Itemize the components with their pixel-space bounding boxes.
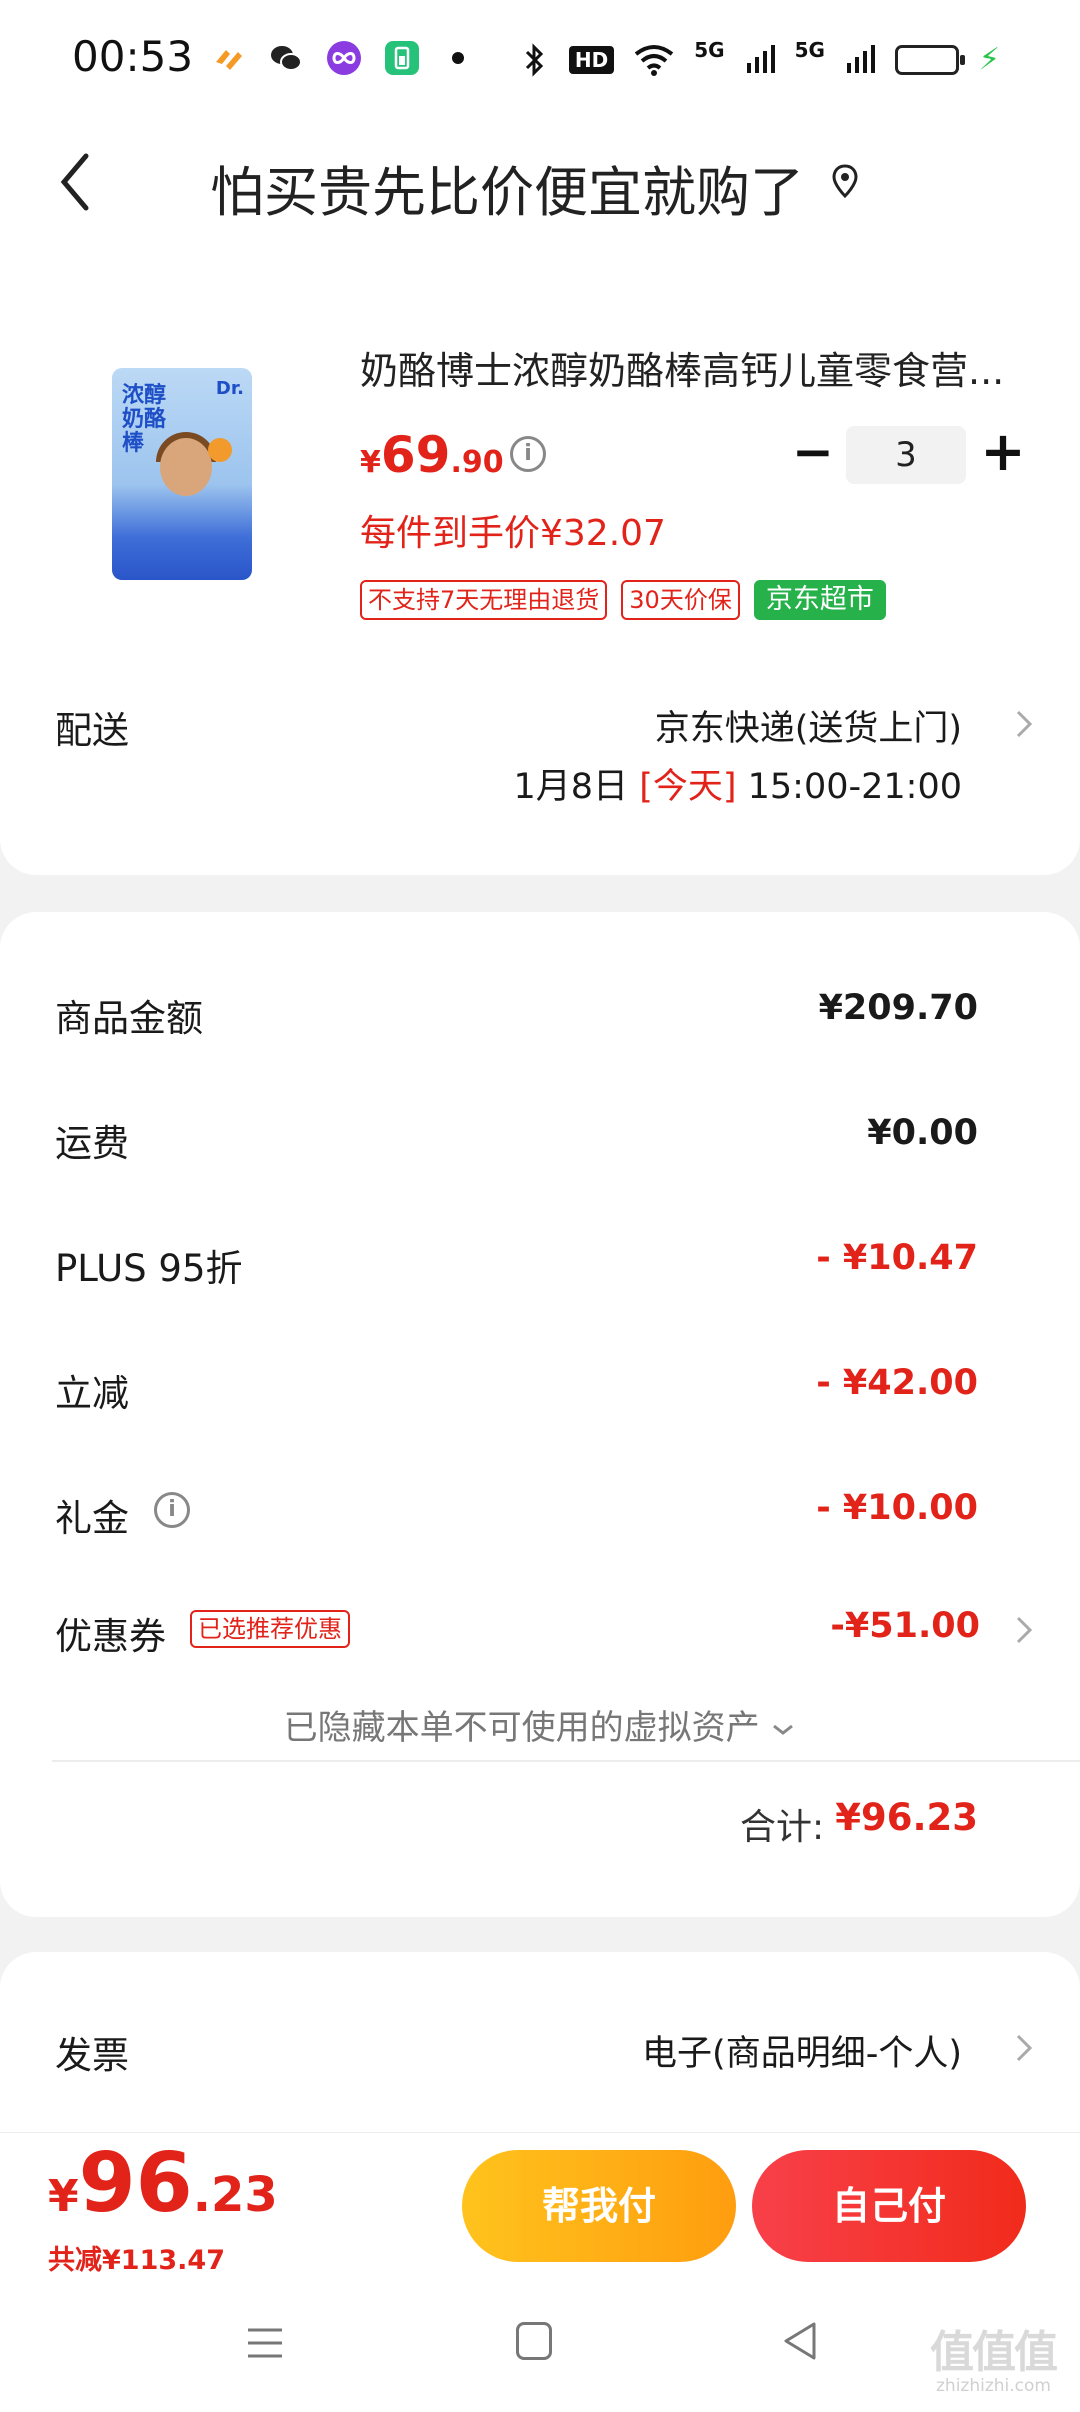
system-back-icon[interactable]: [780, 2320, 820, 2362]
price-info-icon[interactable]: i: [510, 436, 546, 472]
delivery-today: [今天]: [639, 767, 737, 807]
total-saved: 共减¥113.47: [48, 2245, 225, 2276]
decrease-quantity-button[interactable]: −: [792, 422, 834, 486]
instant-discount-value: - ¥42.00: [816, 1363, 978, 1403]
wifi-icon: [635, 44, 674, 76]
invoice-chevron-icon[interactable]: [1012, 2030, 1036, 2066]
signal-icon-1: 5G: [694, 37, 725, 62]
page-title: 怕买贵先比价便宜就购了: [210, 161, 804, 224]
pay-myself-button[interactable]: 自己付: [752, 2150, 1026, 2262]
plus-discount-value: - ¥10.47: [816, 1238, 978, 1278]
charging-icon: ⚡: [978, 42, 1000, 77]
pay-currency: ¥: [48, 2171, 79, 2222]
price-decimal: .90: [450, 445, 504, 480]
recent-apps-icon[interactable]: [246, 2326, 284, 2360]
instant-discount-label: 立减: [55, 1372, 129, 1415]
delivery-time: 1月8日 [今天] 15:00-21:00: [514, 758, 963, 809]
watermark-url: zhizhizhi.com: [936, 2376, 1051, 2396]
product-price: ¥69.90: [360, 426, 504, 484]
coupon-recommended-tag: 已选推荐优惠: [190, 1610, 350, 1648]
product-image-logo: Dr.: [215, 378, 244, 399]
increase-quantity-button[interactable]: +: [978, 422, 1028, 486]
watermark-logo: 值值值: [930, 2327, 1058, 2378]
delivery-chevron-icon[interactable]: [1012, 706, 1036, 742]
shipping-value: ¥0.00: [867, 1113, 978, 1153]
delivery-window: 15:00-21:00: [747, 767, 962, 807]
unit-price: 每件到手价¥32.07: [360, 513, 666, 554]
page-header: 怕买贵先比价便宜就购了: [0, 120, 1080, 250]
invoice-value[interactable]: 电子(商品明细-个人): [642, 2025, 962, 2076]
quantity-value[interactable]: 3: [846, 426, 966, 484]
price-summary-card: [0, 912, 1080, 1917]
coupon-chevron-icon[interactable]: [1012, 1612, 1036, 1648]
system-status-icons: HD 5G 5G ⚡: [521, 38, 1000, 77]
app-loop-icon: [327, 41, 361, 75]
bluetooth-icon: [525, 42, 544, 77]
chevron-down-icon: [773, 1724, 794, 1735]
system-navigation-bar: [0, 2290, 1080, 2412]
battery-icon: [894, 44, 965, 75]
product-image-character: [160, 438, 212, 496]
product-card: 浓醇奶酪棒 Dr. 奶酪博士浓醇奶酪棒高钙儿童零食营... ¥69.90 i −…: [0, 250, 1080, 875]
plus-discount-label: PLUS 95折: [55, 1247, 243, 1290]
pay-decimal: .23: [192, 2167, 278, 2223]
status-time: 00:53: [72, 32, 194, 81]
product-tags: 不支持7天无理由退货 30天价保 京东超市: [360, 580, 886, 620]
price-currency: ¥: [360, 445, 381, 480]
price-integer: 69: [380, 426, 451, 484]
goods-amount-label: 商品金额: [55, 997, 203, 1040]
battery-saver-app-icon: [385, 41, 419, 75]
gift-money-label: 礼金: [55, 1497, 129, 1540]
signal-bars-icon-2: [846, 44, 875, 73]
delivery-method[interactable]: 京东快递(送货上门): [655, 700, 962, 751]
gift-money-value: - ¥10.00: [816, 1488, 978, 1528]
invoice-label: 发票: [55, 2034, 129, 2077]
pay-integer: 96: [78, 2136, 193, 2231]
back-arrow-icon[interactable]: [52, 142, 112, 222]
help-me-pay-button[interactable]: 帮我付: [462, 2150, 736, 2262]
quantity-stepper: − 3 +: [780, 422, 1030, 486]
signal-bars-icon-1: [746, 44, 775, 73]
gift-money-info-icon[interactable]: i: [154, 1492, 190, 1528]
more-notifications-dot: [452, 52, 464, 64]
shipping-label: 运费: [55, 1122, 129, 1165]
app-notification-icon: [216, 50, 242, 70]
wechat-icon: [271, 46, 302, 71]
hidden-assets-toggle[interactable]: 已隐藏本单不可使用的虚拟资产: [0, 1700, 1080, 1749]
total-label: 合计:: [740, 1807, 825, 1848]
delivery-label: 配送: [55, 709, 129, 752]
product-image[interactable]: 浓醇奶酪棒 Dr.: [112, 368, 252, 580]
hidden-assets-text: 已隐藏本单不可使用的虚拟资产: [283, 1708, 760, 1748]
total-value: ¥96.23: [835, 1796, 978, 1839]
hd-icon: HD: [568, 45, 615, 74]
signal-icon-2: 5G: [794, 37, 825, 62]
price-protection-tag: 30天价保: [621, 580, 740, 620]
goods-amount-value: ¥209.70: [818, 988, 978, 1028]
notification-icons: [210, 40, 464, 76]
location-pin-icon[interactable]: [830, 162, 860, 202]
no-return-tag: 不支持7天无理由退货: [360, 580, 608, 620]
pay-total: ¥96.23: [48, 2136, 278, 2231]
product-name[interactable]: 奶酪博士浓醇奶酪棒高钙儿童零食营...: [360, 340, 1020, 395]
summary-divider: [52, 1760, 1080, 1762]
coupon-value[interactable]: -¥51.00: [830, 1606, 980, 1646]
product-image-ball: [208, 438, 232, 462]
coupon-label: 优惠券: [55, 1615, 166, 1658]
status-bar: 00:53 HD 5G 5G ⚡: [0, 0, 1080, 120]
jd-supermarket-tag: 京东超市: [753, 580, 886, 620]
delivery-date: 1月8日: [513, 767, 629, 807]
home-icon[interactable]: [516, 2322, 552, 2360]
